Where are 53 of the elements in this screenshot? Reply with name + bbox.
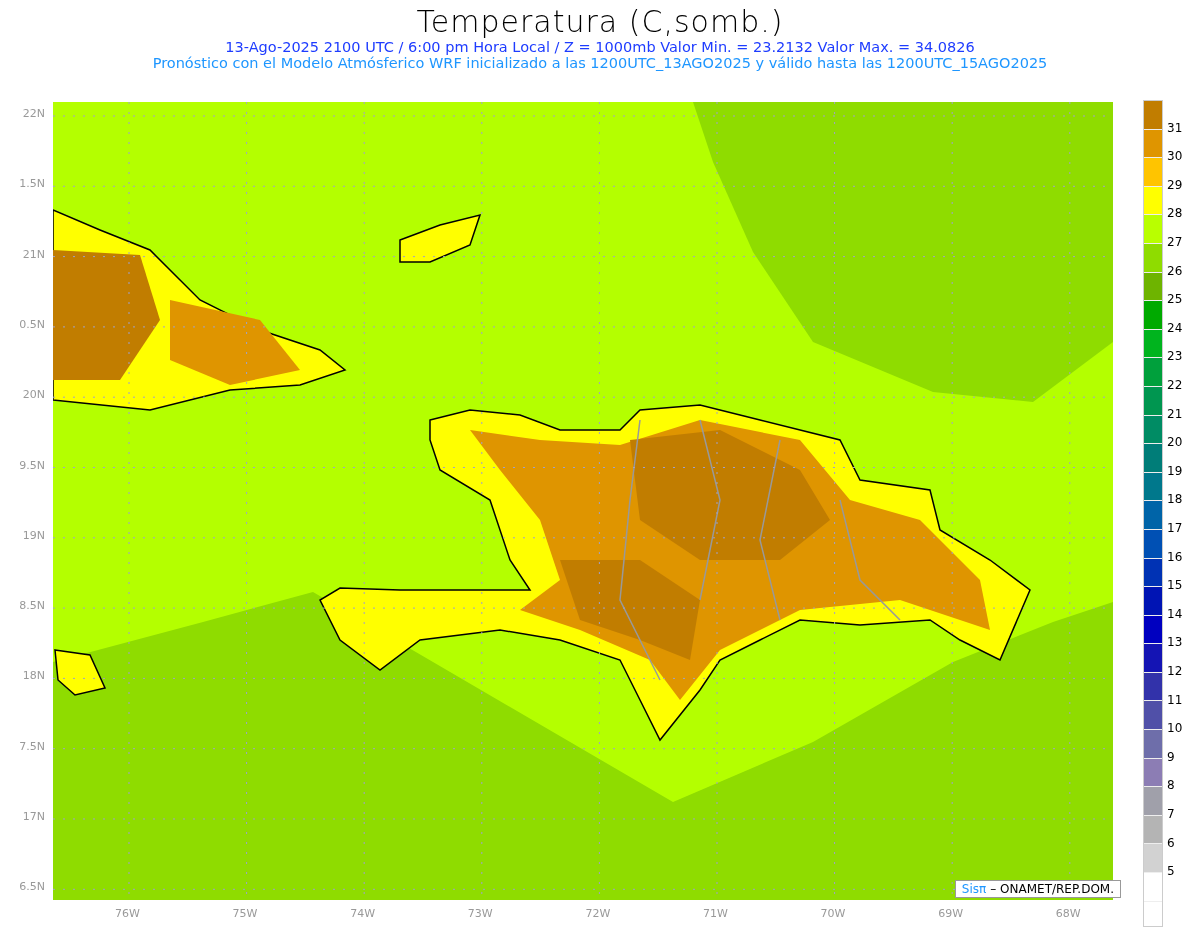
latitude-label: 1.5N <box>19 177 45 191</box>
scale-label: 27 <box>1167 235 1183 249</box>
chart-subtitle: 13-Ago-2025 2100 UTC / 6:00 pm Hora Local / Z = 1000mb Valor Min. = 23.2132 Valor Max. = 34.0826 <box>225 39 975 55</box>
scale-label: 9 <box>1167 749 1175 764</box>
latitude-label: 18N <box>22 669 45 683</box>
scale-label: 11 <box>1167 692 1183 707</box>
longitude-label: 69W <box>938 907 964 920</box>
longitude-label: 71W <box>703 907 728 920</box>
scale-label: 30 <box>1167 149 1183 164</box>
scale-label: 29 <box>1167 177 1183 192</box>
scale-label: 31 <box>1167 120 1183 135</box>
scale-label: 5 <box>1167 864 1175 879</box>
brand-logo: Sisπ <box>961 882 987 896</box>
latitude-label: 9.5N <box>19 458 45 472</box>
longitude-label: 74W <box>350 907 376 920</box>
latitude-label: 8.5N <box>19 599 45 613</box>
latitude-label: 0.5N <box>19 317 45 331</box>
scale-label: 18 <box>1167 492 1183 507</box>
longitude-label: 70W <box>820 907 846 920</box>
scale-label: 28 <box>1167 206 1183 221</box>
scale-label: 16 <box>1167 549 1183 564</box>
longitude-label: 68W <box>1055 907 1081 920</box>
longitude-label: 75W <box>232 907 258 920</box>
latitude-label: 20N <box>22 388 45 402</box>
latitude-label: 21N <box>22 247 45 261</box>
scale-label: 14 <box>1167 606 1183 621</box>
latitude-label: 19N <box>22 528 45 542</box>
scale-label: 24 <box>1167 320 1183 335</box>
scale-label: 10 <box>1167 721 1183 736</box>
latitude-label: 7.5N <box>19 739 45 753</box>
scale-label: 22 <box>1167 378 1183 392</box>
chart-title: Temperatura (C,somb.) <box>416 4 784 39</box>
scale-label: 7 <box>1167 807 1175 821</box>
longitude-label: 73W <box>467 907 493 920</box>
scale-label: 25 <box>1167 292 1183 307</box>
scale-label: 23 <box>1167 349 1183 364</box>
scale-label: 26 <box>1167 263 1183 278</box>
scale-label: 19 <box>1167 463 1183 478</box>
credit-text: – ONAMET/REP.DOM. <box>990 882 1114 896</box>
longitude-label: 76W <box>115 907 140 920</box>
scale-label: 12 <box>1167 664 1183 678</box>
scale-label: 6 <box>1167 835 1175 850</box>
scale-label: 15 <box>1167 578 1183 593</box>
scale-label: 21 <box>1167 406 1183 421</box>
scale-label: 20 <box>1167 435 1183 450</box>
latitude-label: 22N <box>22 107 45 120</box>
scale-label: 17 <box>1167 521 1183 535</box>
latitude-label: 17N <box>22 810 45 823</box>
scale-label: 8 <box>1167 778 1175 793</box>
longitude-label: 72W <box>585 907 611 920</box>
latitude-label: 6.5N <box>19 880 45 894</box>
scale-label: 13 <box>1167 635 1183 650</box>
chart-subtitle: Pronóstico con el Modelo Atmósferico WRF inicializado a las 1200UTC_13AGO2025 y válido hasta las 1200UTC_15AGO2025 <box>152 55 1048 71</box>
